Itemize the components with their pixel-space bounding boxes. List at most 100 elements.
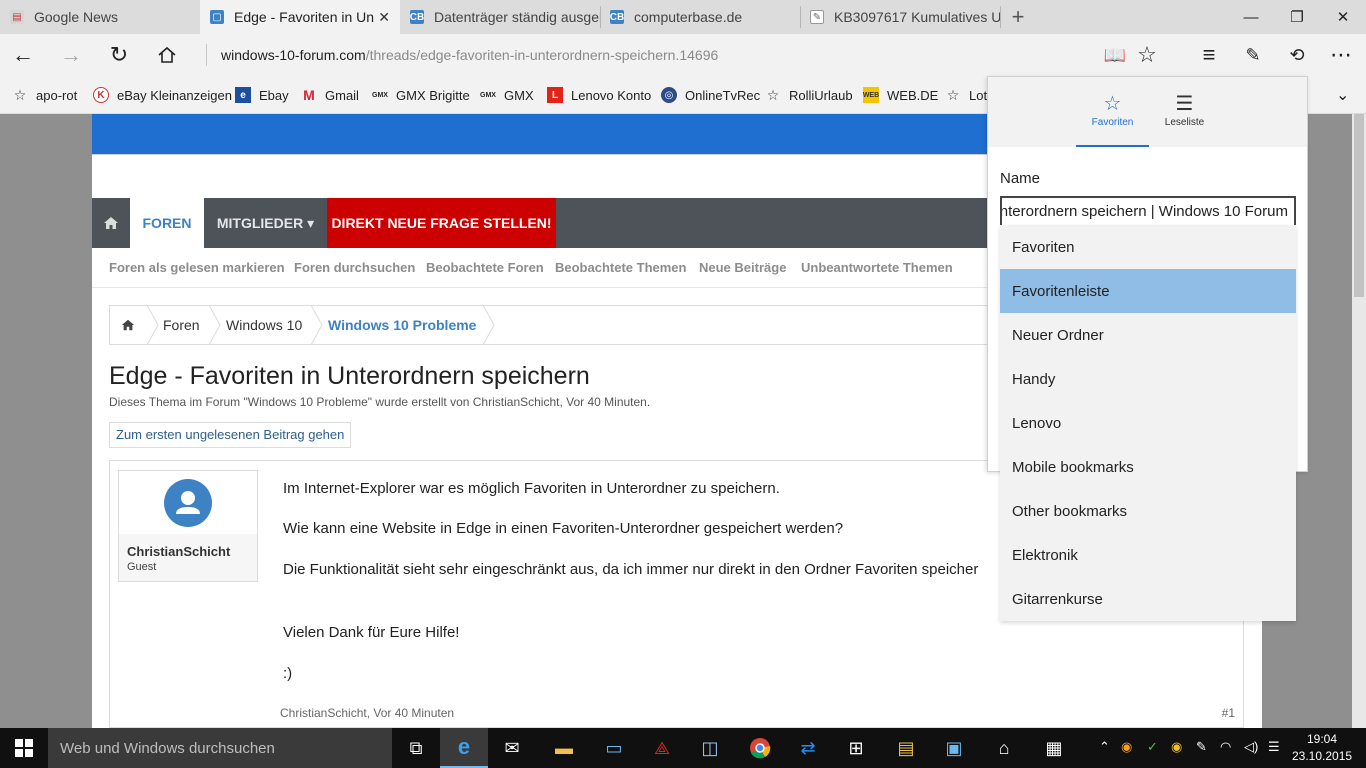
tray-update-icon[interactable]: ✓ bbox=[1147, 739, 1158, 755]
subnav-watched-forums[interactable]: Beobachtete Foren bbox=[426, 260, 544, 275]
post-footer[interactable]: ChristianSchicht, Vor 40 Minuten bbox=[280, 706, 454, 720]
share-button[interactable]: ⟲ bbox=[1274, 34, 1320, 76]
taskbar-app[interactable]: ▭ bbox=[590, 728, 638, 768]
thread-meta: Dieses Thema im Forum "Windows 10 Proble… bbox=[109, 395, 651, 409]
taskbar-clock[interactable]: 19:04 23.10.2015 bbox=[1292, 731, 1352, 765]
thread-title: Edge - Favoriten in Unterordnern speiche… bbox=[109, 362, 590, 390]
subnav-unanswered[interactable]: Unbeantwortete Themen bbox=[801, 260, 953, 275]
panel-tab-leseliste[interactable]: ☰ Leseliste bbox=[1148, 77, 1221, 147]
subnav-new-posts[interactable]: Neue Beiträge bbox=[699, 260, 786, 275]
first-unread-link[interactable]: Zum ersten ungelesenen Beitrag gehen bbox=[109, 422, 352, 448]
subnav-watched-threads[interactable]: Beobachtete Themen bbox=[555, 260, 686, 275]
tab-edge-favoriten[interactable]: ▢ Edge - Favoriten in Unte ✕ bbox=[200, 0, 400, 34]
taskbar-explorer[interactable]: ▬ bbox=[540, 728, 588, 768]
nav-home[interactable] bbox=[92, 198, 130, 248]
taskbar-store[interactable]: ⊞ bbox=[832, 728, 880, 768]
fav-ebay-kleinanzeigen[interactable]: KeBay Kleinanzeigen bbox=[93, 87, 232, 103]
fav-lot[interactable]: ☆ Lot bbox=[945, 87, 987, 103]
fav-label: RolliUrlaub bbox=[789, 87, 853, 103]
nav-foren[interactable]: FOREN bbox=[130, 198, 204, 248]
folder-option[interactable]: Gitarrenkurse bbox=[1000, 577, 1296, 621]
task-view-button[interactable]: ⧉ bbox=[392, 728, 440, 768]
tab-datentraeger[interactable]: CB Datenträger ständig ausgela bbox=[400, 0, 600, 34]
folder-icon: ▬ bbox=[555, 737, 573, 758]
taskbar-home-app[interactable]: ⌂ bbox=[980, 728, 1028, 768]
breadcrumb-foren[interactable]: Foren bbox=[163, 306, 200, 344]
favorite-name-input[interactable]: Edge - Favoriten in Unterordnern speiche… bbox=[1000, 196, 1296, 228]
taskbar-edge[interactable]: e bbox=[440, 728, 488, 768]
new-tab-button[interactable]: + bbox=[1003, 0, 1033, 34]
folder-option[interactable]: Neuer Ordner bbox=[1000, 313, 1296, 357]
clock-date: 23.10.2015 bbox=[1292, 749, 1353, 763]
taskbar-acrobat[interactable]: ⟁ bbox=[638, 728, 686, 768]
tray-pen-icon[interactable]: ✎ bbox=[1196, 739, 1207, 755]
fav-ebay[interactable]: e Ebay bbox=[235, 87, 289, 103]
taskbar-search-box[interactable]: Web und Windows durchsuchen bbox=[48, 728, 392, 768]
url-field[interactable]: windows-10-forum.com/threads/edge-favori… bbox=[206, 44, 718, 66]
post-number[interactable]: #1 bbox=[1222, 706, 1235, 720]
taskbar-calculator[interactable]: ▦ bbox=[1030, 728, 1078, 768]
minimize-button[interactable]: — bbox=[1228, 0, 1274, 34]
tray-norton-icon[interactable]: ◉ bbox=[1171, 739, 1182, 755]
tab-computerbase[interactable]: CB computerbase.de bbox=[600, 0, 800, 34]
taskbar-outlook[interactable]: ◫ bbox=[686, 728, 734, 768]
tray-expand-icon[interactable]: ⌃ bbox=[1099, 739, 1110, 755]
taskbar-mail[interactable]: ✉ bbox=[488, 728, 536, 768]
fav-onlinetvrec[interactable]: ◎ OnlineTvRec bbox=[661, 87, 760, 103]
forward-button[interactable]: → bbox=[48, 34, 94, 76]
folder-option[interactable]: Lenovo bbox=[1000, 401, 1296, 445]
close-tab-icon[interactable]: ✕ bbox=[378, 9, 390, 26]
maximize-button[interactable]: ❐ bbox=[1274, 0, 1320, 34]
tray-app-icon[interactable]: ◉ bbox=[1121, 739, 1132, 755]
teamviewer-icon: ⇄ bbox=[800, 737, 816, 758]
favorites-bar-overflow-button[interactable]: ⌄ bbox=[1336, 87, 1349, 104]
action-center-icon[interactable]: ☰ bbox=[1268, 739, 1280, 755]
avatar[interactable] bbox=[164, 479, 212, 527]
home-button[interactable] bbox=[144, 34, 190, 76]
volume-icon[interactable]: ◁) bbox=[1244, 739, 1258, 755]
taskbar-chrome[interactable] bbox=[736, 728, 784, 768]
taskbar-teamviewer[interactable]: ⇄ bbox=[784, 728, 832, 768]
fav-gmail[interactable]: M Gmail bbox=[301, 87, 359, 103]
subnav-mark-read[interactable]: Foren als gelesen markieren bbox=[109, 260, 285, 275]
post-username[interactable]: ChristianSchicht bbox=[127, 544, 230, 559]
folder-option[interactable]: Favoriten bbox=[1000, 225, 1296, 269]
fav-gmx[interactable]: GMX GMX bbox=[480, 87, 534, 103]
page-scrollbar[interactable] bbox=[1352, 114, 1366, 728]
fav-rolliurlaub[interactable]: ☆ RolliUrlaub bbox=[765, 87, 853, 103]
subnav-search-forums[interactable]: Foren durchsuchen bbox=[294, 260, 415, 275]
fav-apo-rot[interactable]: ☆ apo-rot bbox=[12, 87, 77, 103]
folder-option-selected[interactable]: Favoritenleiste bbox=[1000, 269, 1296, 313]
panel-tab-favoriten[interactable]: ☆ Favoriten bbox=[1076, 77, 1149, 147]
tab-kb3097617[interactable]: ✎ KB3097617 Kumulatives Upd bbox=[800, 0, 1000, 34]
taskbar-remote[interactable]: ▣ bbox=[930, 728, 978, 768]
wifi-icon[interactable]: ◠ bbox=[1220, 739, 1231, 755]
gmx-icon: GMX bbox=[480, 91, 496, 99]
folder-option[interactable]: Handy bbox=[1000, 357, 1296, 401]
fav-label: OnlineTvRec bbox=[685, 87, 761, 103]
nav-direkt-neue-frage[interactable]: DIREKT NEUE FRAGE STELLEN! bbox=[327, 198, 556, 248]
taskbar-files[interactable]: ▤ bbox=[882, 728, 930, 768]
outlook-icon: ◫ bbox=[701, 737, 719, 758]
fav-gmx-brigitte[interactable]: GMX GMX Brigitte bbox=[372, 87, 470, 103]
web-note-button[interactable]: ✎ bbox=[1230, 34, 1276, 76]
windows-logo-icon bbox=[15, 739, 33, 757]
fav-lenovo-konto[interactable]: L Lenovo Konto bbox=[547, 87, 651, 103]
refresh-button[interactable]: ↻ bbox=[96, 34, 142, 76]
folder-option[interactable]: Other bookmarks bbox=[1000, 489, 1296, 533]
breadcrumb-windows-10-probleme[interactable]: Windows 10 Probleme bbox=[328, 306, 476, 344]
folder-option[interactable]: Mobile bookmarks bbox=[1000, 445, 1296, 489]
scrollbar-thumb[interactable] bbox=[1354, 114, 1364, 297]
add-favorite-button[interactable]: ☆ bbox=[1124, 34, 1170, 76]
nav-mitglieder[interactable]: MITGLIEDER ▾ bbox=[204, 198, 327, 248]
close-window-button[interactable]: ✕ bbox=[1320, 0, 1366, 34]
breadcrumb-home[interactable] bbox=[110, 306, 146, 344]
back-button[interactable]: ← bbox=[0, 34, 46, 76]
start-button[interactable] bbox=[0, 728, 48, 768]
hub-button[interactable]: ≡ bbox=[1186, 34, 1232, 76]
fav-webde[interactable]: WEB WEB.DE bbox=[863, 87, 938, 103]
tab-google-news[interactable]: ▤ Google News bbox=[0, 0, 200, 34]
folder-option[interactable]: Elektronik bbox=[1000, 533, 1296, 577]
breadcrumb-windows-10[interactable]: Windows 10 bbox=[226, 306, 302, 344]
more-button[interactable]: ⋯ bbox=[1318, 34, 1364, 76]
